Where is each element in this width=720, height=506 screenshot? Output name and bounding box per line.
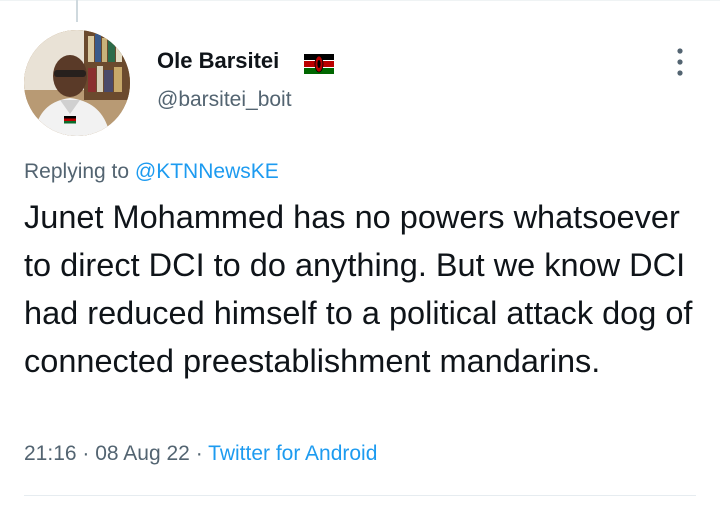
- display-name[interactable]: Ole Barsitei: [157, 48, 279, 74]
- user-handle[interactable]: @barsitei_boit: [157, 88, 292, 112]
- tweet-date[interactable]: 08 Aug 22: [95, 442, 190, 465]
- kenya-flag-icon: [304, 54, 334, 74]
- replying-to-line: Replying to @KTNNewsKE: [24, 160, 279, 184]
- tweet-metadata: 21:16 · 08 Aug 22 · Twitter for Android: [24, 442, 377, 466]
- tweet-source-link[interactable]: Twitter for Android: [208, 442, 377, 465]
- replying-to-label: Replying to: [24, 160, 130, 183]
- reply-to-mention-link[interactable]: @KTNNewsKE: [135, 160, 279, 183]
- tweet-time[interactable]: 21:16: [24, 442, 77, 465]
- divider: [24, 495, 696, 496]
- avatar[interactable]: [24, 30, 130, 136]
- top-border: [0, 0, 720, 1]
- separator-dot: ·: [82, 442, 90, 465]
- tweet-text: Junet Mohammed has no powers whatsoever …: [24, 199, 693, 379]
- thread-connector-line: [76, 0, 78, 22]
- separator-dot: ·: [195, 442, 203, 465]
- more-options-icon[interactable]: [672, 44, 688, 80]
